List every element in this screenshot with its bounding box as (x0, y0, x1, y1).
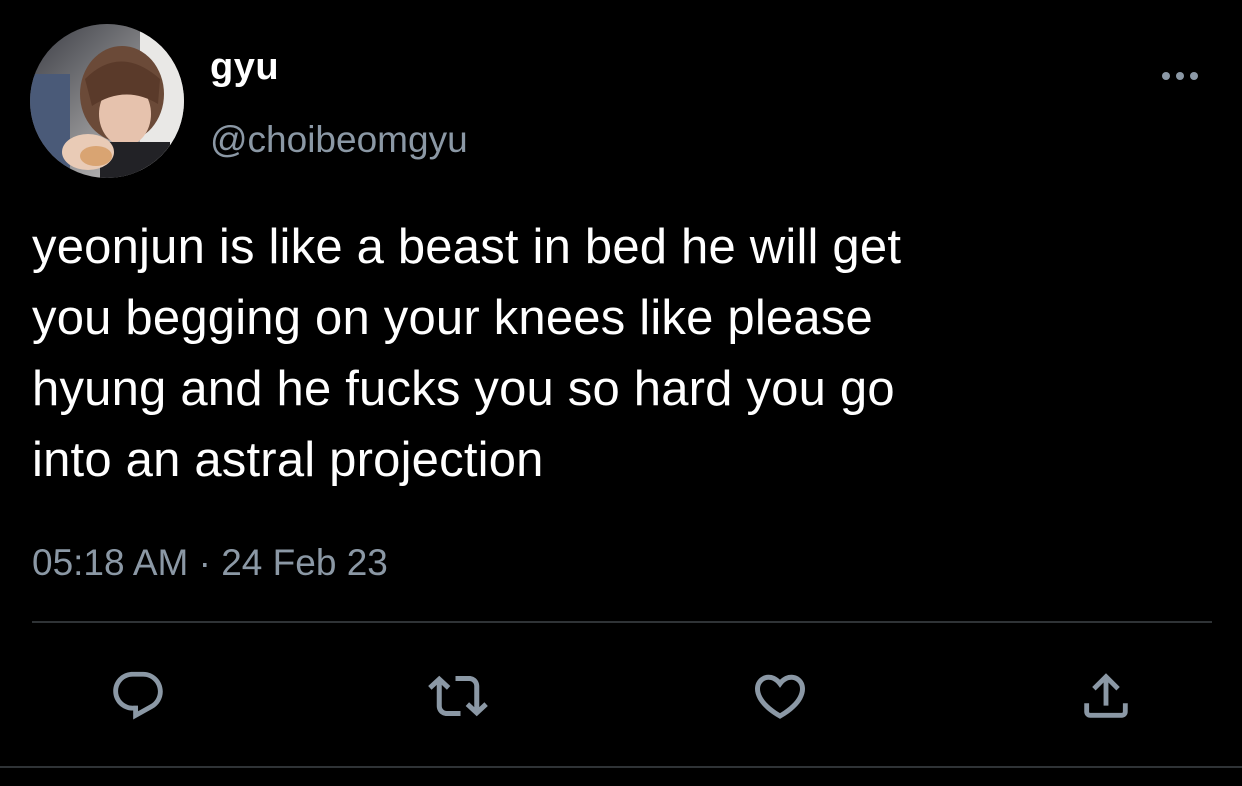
reply-button[interactable] (108, 666, 168, 726)
share-button[interactable] (1076, 666, 1136, 726)
more-icon (1162, 72, 1198, 80)
tweet-time: 05:18 AM (32, 542, 189, 583)
tweet-text: yeonjun is like a beast in bed he will g… (32, 220, 902, 487)
tweet-detail: gyu @choibeomgyu yeonjun is like a beast… (0, 0, 1242, 786)
reply-icon (113, 671, 163, 720)
profile-photo-icon (30, 24, 184, 178)
divider (0, 766, 1242, 768)
share-icon (1084, 673, 1128, 718)
handle[interactable]: @choibeomgyu (210, 117, 468, 163)
like-icon (754, 674, 806, 719)
like-button[interactable] (750, 666, 810, 726)
divider (32, 621, 1212, 623)
timestamp-separator: · (188, 542, 222, 583)
timestamp[interactable]: 05:18 AM · 24 Feb 23 (32, 540, 388, 586)
tweet-date: 24 Feb 23 (221, 542, 388, 583)
retweet-icon (428, 675, 488, 717)
avatar[interactable] (30, 24, 184, 178)
more-button[interactable] (1152, 58, 1208, 94)
retweet-button[interactable] (428, 666, 488, 726)
display-name[interactable]: gyu (210, 44, 279, 90)
